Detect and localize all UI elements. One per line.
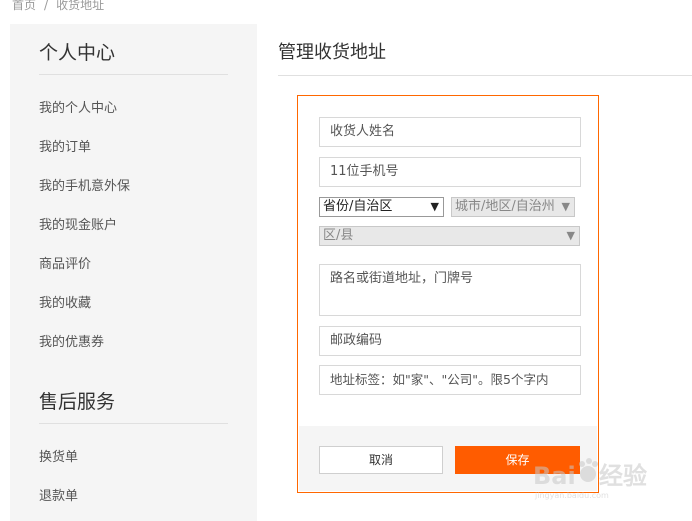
breadcrumb: 首页 / 收货地址	[12, 0, 104, 13]
address-tag-input[interactable]: 地址标签：如"家"、"公司"。限5个字内	[319, 365, 581, 395]
sidebar-section-title-personal: 个人中心	[39, 42, 116, 64]
breadcrumb-current: 收货地址	[56, 0, 105, 12]
sidebar-section-title-after-sales: 售后服务	[39, 391, 116, 413]
breadcrumb-home-link[interactable]: 首页	[12, 0, 36, 13]
sidebar-divider	[39, 423, 228, 424]
zip-code-input[interactable]: 邮政编码	[319, 326, 581, 356]
province-select-value: 省份/自治区	[323, 199, 393, 214]
sidebar-item-refund[interactable]: 退款单	[39, 485, 78, 504]
district-select-value: 区/县	[323, 228, 354, 243]
sidebar-item-favorites[interactable]: 我的收藏	[39, 292, 91, 311]
province-select[interactable]: 省份/自治区 ▼	[319, 197, 444, 217]
title-divider	[278, 75, 692, 76]
sidebar-item-exchange[interactable]: 换货单	[39, 446, 78, 465]
chevron-down-icon: ▼	[561, 200, 570, 213]
street-address-textarea[interactable]: 路名或街道地址，门牌号	[319, 264, 581, 316]
sidebar-item-phone-insurance[interactable]: 我的手机意外保	[39, 175, 130, 194]
save-button[interactable]: 保存	[455, 446, 580, 474]
district-select[interactable]: 区/县 ▼	[319, 226, 580, 246]
city-select-value: 城市/地区/自治州	[455, 199, 555, 214]
cancel-button[interactable]: 取消	[319, 446, 443, 474]
phone-input[interactable]: 11位手机号	[319, 157, 581, 187]
page-title: 管理收货地址	[278, 42, 386, 63]
sidebar-divider	[39, 74, 228, 75]
sidebar-item-my-orders[interactable]: 我的订单	[39, 136, 91, 155]
sidebar-item-my-center[interactable]: 我的个人中心	[39, 97, 117, 116]
sidebar: 个人中心 我的个人中心 我的订单 我的手机意外保 我的现金账户 商品评价 我的收…	[10, 24, 257, 521]
breadcrumb-separator: /	[44, 0, 49, 12]
sidebar-item-reviews[interactable]: 商品评价	[39, 253, 91, 272]
chevron-down-icon: ▼	[430, 200, 439, 213]
recipient-name-input[interactable]: 收货人姓名	[319, 117, 581, 147]
sidebar-item-cash-account[interactable]: 我的现金账户	[39, 214, 117, 233]
city-select[interactable]: 城市/地区/自治州 ▼	[451, 197, 575, 217]
address-form: 收货人姓名 11位手机号 省份/自治区 ▼ 城市/地区/自治州 ▼ 区/县 ▼ …	[297, 95, 599, 493]
chevron-down-icon: ▼	[566, 229, 575, 242]
svg-text:经验: 经验	[599, 462, 647, 490]
sidebar-item-coupons[interactable]: 我的优惠券	[39, 331, 104, 350]
